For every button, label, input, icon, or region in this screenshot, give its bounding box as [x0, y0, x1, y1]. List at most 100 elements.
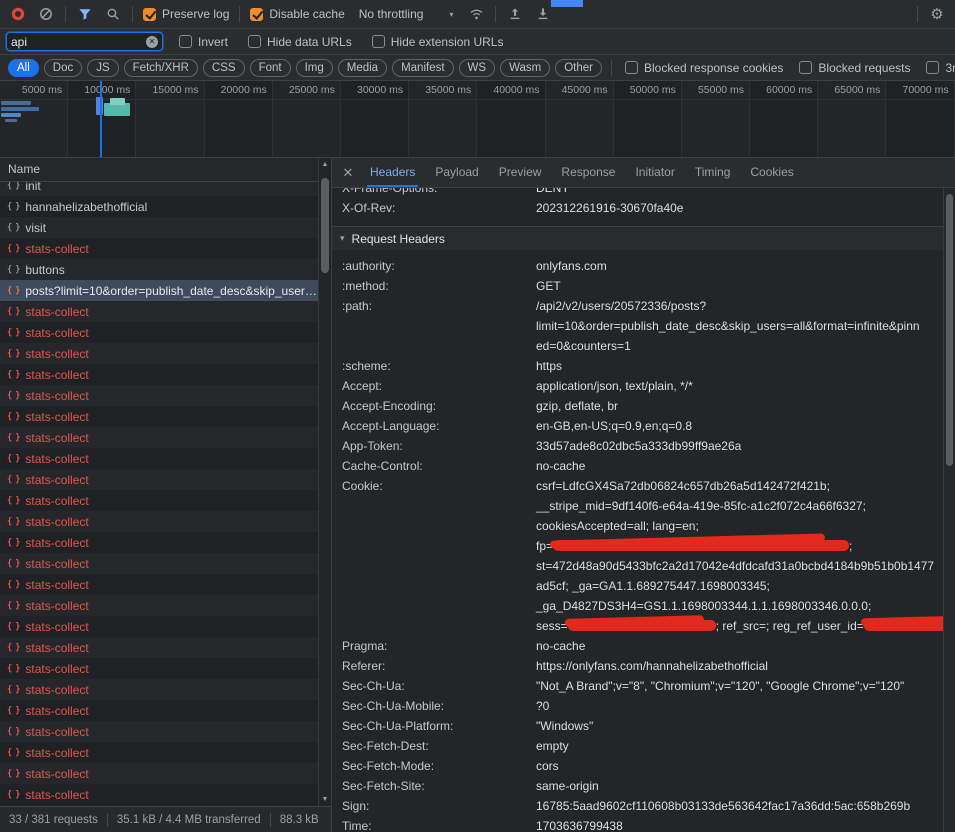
file-braces-icon: [7, 643, 19, 653]
request-name: stats-collect: [25, 557, 88, 571]
request-name: stats-collect: [25, 242, 88, 256]
request-list-scrollbar[interactable]: ▲ ▼: [318, 158, 331, 806]
header-value: no-cache: [536, 456, 941, 476]
details-tab[interactable]: Headers: [360, 158, 425, 187]
request-row[interactable]: stats-collect: [0, 364, 318, 385]
timeline-overview[interactable]: 5000 ms 10000 ms 15000 ms 20000 ms 25000…: [0, 81, 955, 158]
header-name: :scheme:: [342, 356, 536, 376]
header-value: "Windows": [536, 716, 941, 736]
request-row[interactable]: stats-collect: [0, 784, 318, 805]
request-row[interactable]: stats-collect: [0, 238, 318, 259]
close-details-icon[interactable]: ✕: [336, 165, 360, 181]
request-row[interactable]: stats-collect: [0, 742, 318, 763]
details-tab[interactable]: Cookies: [740, 158, 803, 187]
details-tab[interactable]: Timing: [685, 158, 741, 187]
scroll-down-icon[interactable]: ▼: [319, 793, 331, 806]
preserve-log-checkbox[interactable]: Preserve log: [139, 7, 233, 21]
hide-data-urls-checkbox[interactable]: Hide data URLs: [244, 35, 356, 49]
disable-cache-checkbox[interactable]: Disable cache: [246, 7, 348, 21]
throttling-value: No throttling: [359, 7, 424, 21]
filter-option-checkbox[interactable]: 3rd-party requests: [922, 61, 955, 75]
scrollbar-thumb[interactable]: [321, 178, 329, 273]
request-row[interactable]: stats-collect: [0, 679, 318, 700]
type-filter-pill[interactable]: Media: [338, 59, 387, 77]
request-row[interactable]: stats-collect: [0, 658, 318, 679]
header-name: Sec-Ch-Ua-Mobile:: [342, 696, 536, 716]
request-row[interactable]: stats-collect: [0, 637, 318, 658]
header-value: "Not_A Brand";v="8", "Chromium";v="120",…: [536, 676, 941, 696]
record-button[interactable]: [5, 2, 31, 26]
request-name: stats-collect: [25, 494, 88, 508]
waterfall-bar: [1, 107, 39, 111]
request-row[interactable]: visit: [0, 217, 318, 238]
clear-filter-icon[interactable]: ✕: [146, 36, 158, 48]
type-filter-pill[interactable]: Img: [296, 59, 333, 77]
details-scrollbar[interactable]: [943, 188, 955, 832]
clear-button[interactable]: [33, 2, 59, 26]
request-row[interactable]: stats-collect: [0, 532, 318, 553]
details-tab[interactable]: Payload: [425, 158, 488, 187]
hide-extension-urls-checkbox[interactable]: Hide extension URLs: [368, 35, 508, 49]
request-row[interactable]: stats-collect: [0, 469, 318, 490]
network-conditions-icon[interactable]: [463, 2, 489, 26]
details-tabs: HeadersPayloadPreviewResponseInitiatorTi…: [360, 158, 804, 187]
request-headers-section-header[interactable]: ▾ Request Headers: [332, 226, 955, 250]
type-filter-pill[interactable]: WS: [459, 59, 496, 77]
details-tab[interactable]: Response: [551, 158, 625, 187]
type-filter-pill[interactable]: JS: [87, 59, 118, 77]
type-filter-pill[interactable]: Manifest: [392, 59, 453, 77]
file-braces-icon: [7, 559, 19, 569]
request-row[interactable]: stats-collect: [0, 322, 318, 343]
scrollbar-thumb[interactable]: [946, 194, 953, 466]
filter-option-checkbox[interactable]: Blocked requests: [795, 61, 914, 75]
throttling-select[interactable]: No throttling ▾: [351, 7, 462, 21]
request-row[interactable]: stats-collect: [0, 427, 318, 448]
import-har-icon[interactable]: [502, 2, 528, 26]
request-row[interactable]: stats-collect: [0, 385, 318, 406]
name-column-header[interactable]: Name: [0, 158, 331, 182]
header-value: en-GB,en-US;q=0.9,en;q=0.8: [536, 416, 941, 436]
request-row[interactable]: init: [0, 182, 318, 196]
request-row[interactable]: stats-collect: [0, 406, 318, 427]
type-filter-pill[interactable]: Doc: [44, 59, 82, 77]
request-row[interactable]: stats-collect: [0, 574, 318, 595]
request-name: stats-collect: [25, 305, 88, 319]
header-value-text: __stripe_mid=9df140f6-e64a-419e-85fc-a1c…: [536, 499, 866, 513]
type-filter-pill[interactable]: Font: [250, 59, 291, 77]
scroll-up-icon[interactable]: ▲: [319, 158, 331, 171]
details-tab[interactable]: Initiator: [625, 158, 684, 187]
header-value: 33d57ade8c02dbc5a333db99ff9ae26a: [536, 436, 941, 456]
request-row[interactable]: stats-collect: [0, 616, 318, 637]
filter-option-label: 3rd-party requests: [945, 61, 955, 75]
filter-input[interactable]: [11, 33, 142, 50]
invert-checkbox[interactable]: Invert: [175, 35, 232, 49]
type-filter-pill[interactable]: Wasm: [500, 59, 550, 77]
request-row[interactable]: stats-collect: [0, 553, 318, 574]
toolbar-divider: [65, 6, 66, 22]
details-tab[interactable]: Preview: [489, 158, 552, 187]
filter-option-checkbox[interactable]: Blocked response cookies: [621, 61, 787, 75]
request-row[interactable]: stats-collect: [0, 595, 318, 616]
request-row[interactable]: stats-collect: [0, 343, 318, 364]
settings-gear-icon[interactable]: ⚙: [924, 2, 950, 26]
type-filter-pill[interactable]: Other: [555, 59, 602, 77]
request-row[interactable]: stats-collect: [0, 301, 318, 322]
request-row[interactable]: stats-collect: [0, 700, 318, 721]
request-row[interactable]: hannahelizabethofficial: [0, 196, 318, 217]
request-row[interactable]: stats-collect: [0, 511, 318, 532]
timeline-column: 20000 ms: [205, 81, 273, 157]
type-filter-pill[interactable]: CSS: [203, 59, 245, 77]
request-row[interactable]: buttons: [0, 259, 318, 280]
request-row[interactable]: stats-collect: [0, 490, 318, 511]
type-filter-pill[interactable]: All: [8, 59, 39, 77]
filter-icon[interactable]: [72, 2, 98, 26]
request-row[interactable]: stats-collect: [0, 721, 318, 742]
request-name: stats-collect: [25, 788, 88, 802]
type-filter-pill[interactable]: Fetch/XHR: [124, 59, 198, 77]
search-icon[interactable]: [100, 2, 126, 26]
request-row[interactable]: posts?limit=10&order=publish_date_desc&s…: [0, 280, 318, 301]
clear-icon: [39, 7, 53, 21]
request-row[interactable]: stats-collect: [0, 763, 318, 784]
request-details-pane: ✕ HeadersPayloadPreviewResponseInitiator…: [331, 158, 955, 832]
request-row[interactable]: stats-collect: [0, 448, 318, 469]
